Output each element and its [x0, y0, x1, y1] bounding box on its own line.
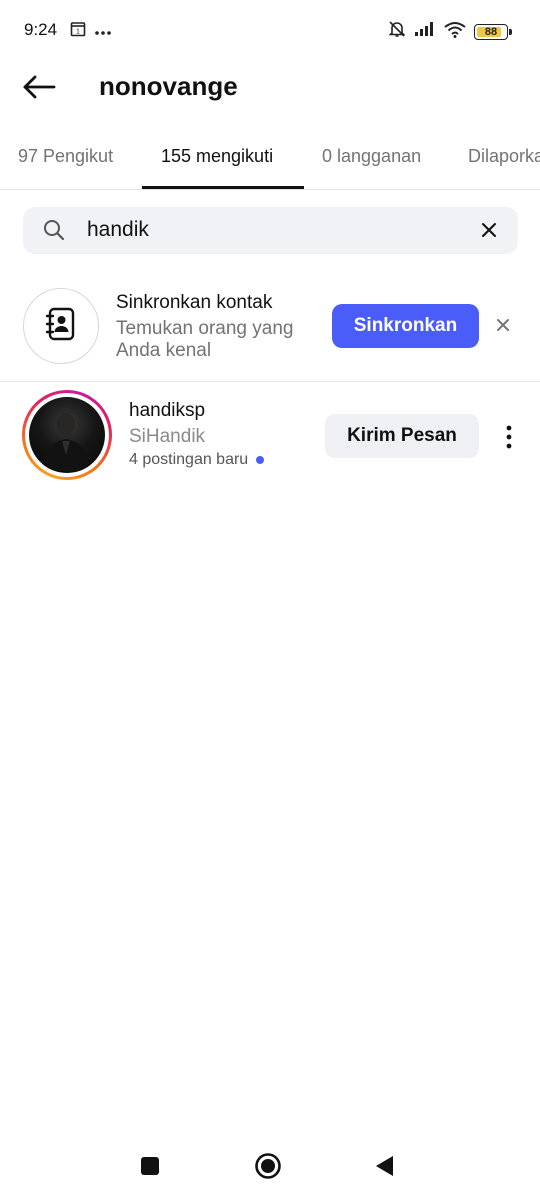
sync-contacts-description: Temukan orang yang Anda kenal	[116, 318, 294, 361]
list-item[interactable]: handiksp SiHandik 4 postingan baru Kirim…	[0, 384, 540, 488]
system-nav-bar	[0, 1134, 540, 1200]
battery-cap	[509, 28, 512, 35]
home-icon[interactable]	[254, 1153, 282, 1185]
battery-level: 88	[484, 25, 498, 38]
close-icon[interactable]	[494, 316, 512, 339]
close-icon[interactable]	[480, 221, 498, 244]
app-screen: 9:24 1 88 nonovange 97 Pengikut 155 meng…	[0, 0, 540, 1200]
new-posts-indicator: 4 postingan baru	[129, 451, 265, 469]
calendar-icon: 1	[70, 21, 86, 42]
search-input[interactable]	[87, 215, 467, 245]
recent-apps-icon[interactable]	[138, 1154, 162, 1183]
more-vertical-icon[interactable]	[498, 424, 520, 450]
header: nonovange	[0, 62, 540, 112]
sync-contacts-avatar	[23, 288, 99, 364]
profile-photo	[29, 397, 105, 473]
arrow-left-icon	[22, 75, 56, 104]
full-name: SiHandik	[129, 426, 206, 447]
active-tab-indicator	[142, 186, 304, 189]
back-button[interactable]	[18, 68, 60, 110]
story-ring-inner	[25, 393, 109, 477]
username[interactable]: handiksp	[129, 400, 205, 422]
sync-contacts-title: Sinkronkan kontak	[116, 292, 273, 313]
contacts-book-icon	[45, 307, 77, 346]
tab-subscriptions[interactable]: 0 langganan	[322, 146, 421, 167]
avatar[interactable]	[22, 390, 112, 480]
search-icon	[43, 219, 65, 246]
bell-off-icon	[388, 20, 406, 43]
sync-contacts-card: Sinkronkan kontak Temukan orang yang And…	[0, 282, 540, 382]
status-time: 9:24	[24, 20, 58, 39]
status-bar: 9:24 1 88	[0, 0, 540, 60]
signal-icon	[414, 21, 436, 42]
new-posts-label: 4 postingan baru	[129, 451, 249, 468]
status-right-icons: 88	[388, 20, 512, 43]
back-icon[interactable]	[372, 1154, 396, 1183]
more-dots-icon	[94, 23, 112, 41]
sync-button[interactable]: Sinkronkan	[332, 304, 479, 348]
tab-followers[interactable]: 97 Pengikut	[18, 146, 113, 167]
page-title: nonovange	[99, 71, 238, 101]
battery-icon: 88	[474, 23, 512, 40]
tab-bar: 97 Pengikut 155 mengikuti 0 langganan Di…	[0, 132, 540, 190]
tab-following[interactable]: 155 mengikuti	[161, 146, 273, 167]
new-posts-dot	[256, 456, 265, 464]
wifi-icon	[444, 21, 466, 43]
send-message-button[interactable]: Kirim Pesan	[325, 414, 479, 458]
search-bar[interactable]	[23, 207, 518, 254]
svg-text:1: 1	[76, 29, 80, 36]
tab-reported[interactable]: Dilaporkan	[468, 146, 540, 167]
status-left-icons: 1	[70, 21, 112, 42]
